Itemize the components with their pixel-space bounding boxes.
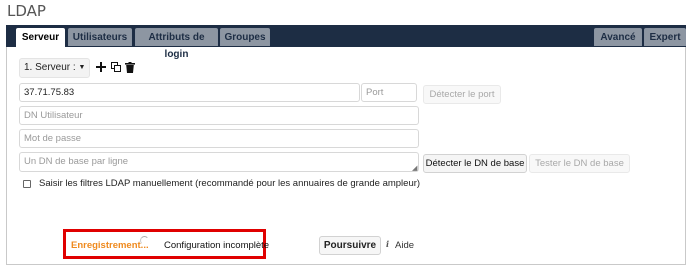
tab-bar: Serveur Utilisateurs Attributs de login … xyxy=(6,25,686,60)
dn-user-input[interactable]: DN Utilisateur xyxy=(19,106,419,125)
server-select-label: 1. Serveur : xyxy=(24,62,76,73)
info-icon[interactable]: i xyxy=(386,239,389,249)
spinner-icon xyxy=(140,236,149,245)
help-link[interactable]: Aide xyxy=(395,240,414,251)
detect-port-button[interactable]: Détecter le port xyxy=(423,85,501,104)
manual-filters-checkbox[interactable] xyxy=(23,180,31,188)
saving-status: Enregistrement... xyxy=(71,240,149,251)
page-title: LDAP xyxy=(7,2,46,20)
host-input[interactable]: 37.71.75.83 xyxy=(19,83,360,102)
tab-serveur[interactable]: Serveur xyxy=(16,28,65,48)
configuration-status: Configuration incomplète xyxy=(164,240,270,251)
tab-utilisateurs[interactable]: Utilisateurs xyxy=(68,28,132,46)
resize-handle-icon[interactable]: ◢ xyxy=(412,165,417,172)
manual-filters-label: Saisir les filtres LDAP manuellement (re… xyxy=(39,178,421,189)
tab-expert[interactable]: Expert xyxy=(644,28,686,46)
add-icon[interactable] xyxy=(95,62,106,74)
tab-avance[interactable]: Avancé xyxy=(594,28,642,46)
continue-button[interactable]: Poursuivre xyxy=(319,236,381,255)
caret-down-icon: ▼ xyxy=(78,64,86,71)
trash-icon[interactable] xyxy=(124,62,135,74)
detect-base-dn-button[interactable]: Détecter le DN de base xyxy=(423,154,527,173)
base-dn-textarea[interactable]: Un DN de base par ligne xyxy=(19,152,419,172)
copy-icon[interactable] xyxy=(110,62,121,74)
test-base-dn-button[interactable]: Tester le DN de base xyxy=(529,154,630,173)
tab-attributs-login[interactable]: Attributs de login xyxy=(135,28,218,60)
port-input[interactable]: Port xyxy=(361,83,417,102)
server-select[interactable]: 1. Serveur : ▼ xyxy=(19,58,90,78)
tab-groupes[interactable]: Groupes xyxy=(220,28,270,46)
password-input[interactable]: Mot de passe xyxy=(19,129,419,148)
